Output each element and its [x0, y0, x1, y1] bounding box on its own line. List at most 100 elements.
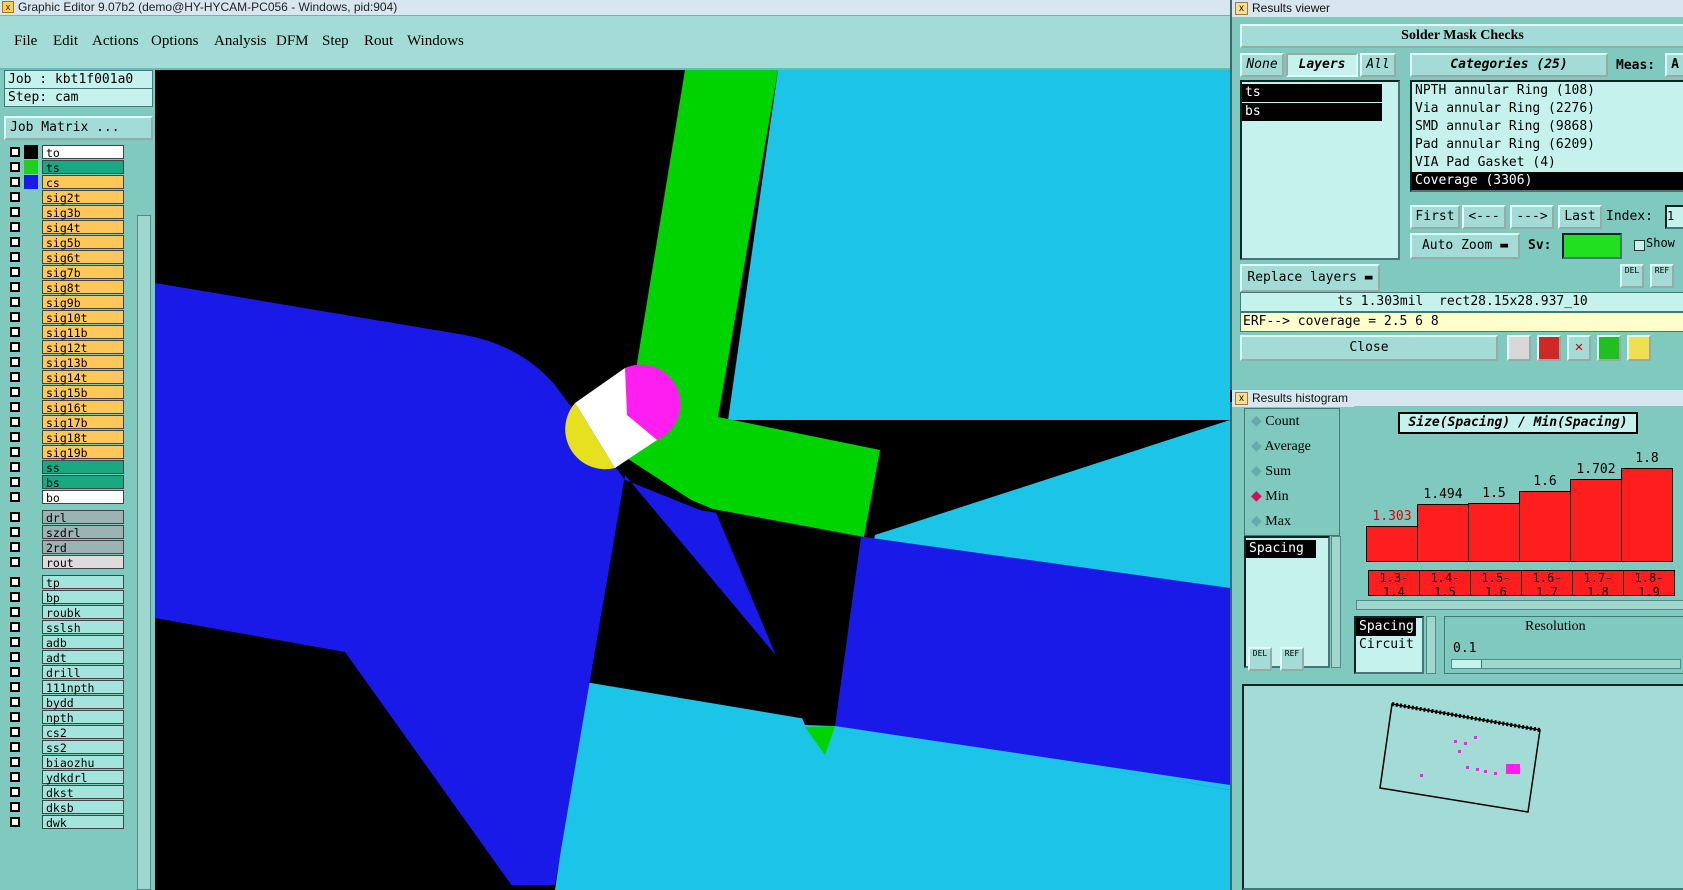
layer-name[interactable]: sig10t	[42, 310, 124, 325]
layer-checkbox[interactable]	[10, 417, 20, 427]
radio-icon[interactable]: ◆	[1251, 439, 1265, 454]
layer-row[interactable]: sig4t	[6, 220, 124, 235]
layer-checkbox[interactable]	[10, 787, 20, 797]
layer-row[interactable]: adt	[6, 650, 124, 665]
layer-row[interactable]: sig15b	[6, 385, 124, 400]
layer-checkbox[interactable]	[10, 222, 20, 232]
category-item[interactable]: Pad annular Ring (6209)	[1412, 136, 1683, 154]
layer-name[interactable]: roubk	[42, 605, 124, 620]
layer-name[interactable]: sig13b	[42, 355, 124, 370]
layer-checkbox[interactable]	[10, 387, 20, 397]
layer-name[interactable]: sig14t	[42, 370, 124, 385]
layer-color-swatch[interactable]	[24, 540, 38, 554]
layer-checkbox[interactable]	[10, 772, 20, 782]
layer-row[interactable]: 2rd	[6, 540, 124, 555]
list-item[interactable]: Spacing	[1246, 540, 1316, 558]
layer-name[interactable]: to	[42, 145, 124, 160]
layer-checkbox[interactable]	[10, 712, 20, 722]
layer-row[interactable]: sslsh	[6, 620, 124, 635]
layer-row[interactable]: npth	[6, 710, 124, 725]
close-icon[interactable]: x	[1235, 392, 1248, 405]
layer-color-swatch[interactable]	[24, 370, 38, 384]
layer-name[interactable]: cs	[42, 175, 124, 190]
menu-options[interactable]: Options	[151, 33, 199, 50]
histogram-bar[interactable]	[1417, 504, 1469, 562]
histogram-bar[interactable]	[1621, 468, 1673, 562]
menu-analysis[interactable]: Analysis	[214, 33, 267, 50]
layer-color-swatch[interactable]	[24, 400, 38, 414]
layer-name[interactable]: adt	[42, 650, 124, 665]
layer-name[interactable]: ss2	[42, 740, 124, 755]
category-item[interactable]: VIA Pad Gasket (4)	[1412, 154, 1683, 172]
layer-checkbox[interactable]	[10, 512, 20, 522]
layer-row[interactable]: sig5b	[6, 235, 124, 250]
show-checkbox[interactable]	[1634, 240, 1645, 251]
next-button[interactable]: --->	[1510, 205, 1554, 229]
layer-color-swatch[interactable]	[24, 355, 38, 369]
category-item[interactable]: NPTH annular Ring (108)	[1412, 82, 1683, 100]
layer-checkbox[interactable]	[10, 557, 20, 567]
layer-row[interactable]: ts	[6, 160, 124, 175]
layer-row[interactable]: drl	[6, 510, 124, 525]
layer-checkbox[interactable]	[10, 817, 20, 827]
layer-row[interactable]: dksb	[6, 800, 124, 815]
layer-color-swatch[interactable]	[24, 265, 38, 279]
layer-checkbox[interactable]	[10, 527, 20, 537]
layer-name[interactable]: sig6t	[42, 250, 124, 265]
layer-name[interactable]: sig11b	[42, 325, 124, 340]
layer-checkbox[interactable]	[10, 637, 20, 647]
report-icon[interactable]	[1507, 335, 1531, 361]
del-button[interactable]: DEL	[1248, 647, 1272, 671]
layer-checkbox[interactable]	[10, 207, 20, 217]
layer-row[interactable]: sig8t	[6, 280, 124, 295]
layer-color-swatch[interactable]	[24, 190, 38, 204]
layer-name[interactable]: 111npth	[42, 680, 124, 695]
graphics-canvas[interactable]	[155, 70, 1230, 890]
layer-checkbox[interactable]	[10, 327, 20, 337]
close-icon[interactable]: x	[1235, 2, 1248, 15]
layer-name[interactable]: dkst	[42, 785, 124, 800]
layer-row[interactable]: sig9b	[6, 295, 124, 310]
layer-color-swatch[interactable]	[24, 160, 38, 174]
layer-color-swatch[interactable]	[24, 445, 38, 459]
layer-color-swatch[interactable]	[24, 665, 38, 679]
layer-checkbox[interactable]	[10, 492, 20, 502]
layer-checkbox[interactable]	[10, 607, 20, 617]
layer-name[interactable]: drl	[42, 510, 124, 525]
layer-color-swatch[interactable]	[24, 295, 38, 309]
layer-name[interactable]: sig18t	[42, 430, 124, 445]
layer-row[interactable]: 111npth	[6, 680, 124, 695]
layer-name[interactable]: cs2	[42, 725, 124, 740]
ref-button[interactable]: REF	[1650, 264, 1674, 288]
layer-row[interactable]: adb	[6, 635, 124, 650]
layer-color-swatch[interactable]	[24, 680, 38, 694]
layer-color-swatch[interactable]	[24, 460, 38, 474]
layer-checkbox[interactable]	[10, 312, 20, 322]
layer-checkbox[interactable]	[10, 267, 20, 277]
layer-color-swatch[interactable]	[24, 635, 38, 649]
measure-list-scrollbar[interactable]	[1331, 536, 1341, 668]
layer-color-swatch[interactable]	[24, 340, 38, 354]
layer-checkbox[interactable]	[10, 542, 20, 552]
layer-row[interactable]: sig7b	[6, 265, 124, 280]
layer-checkbox[interactable]	[10, 682, 20, 692]
layer-name[interactable]: bs	[42, 475, 124, 490]
first-button[interactable]: First	[1410, 205, 1460, 229]
close-button[interactable]: Close	[1240, 335, 1498, 361]
menu-edit[interactable]: Edit	[53, 33, 78, 50]
layer-checkbox[interactable]	[10, 432, 20, 442]
radio-icon[interactable]: ◆	[1251, 489, 1265, 504]
layer-row[interactable]: bs	[6, 475, 124, 490]
layer-row[interactable]: cs2	[6, 725, 124, 740]
notes-icon[interactable]	[1627, 335, 1651, 361]
histogram-bar[interactable]	[1570, 479, 1622, 562]
radio-icon[interactable]: ◆	[1251, 514, 1265, 529]
layer-color-swatch[interactable]	[24, 475, 38, 489]
layer-checkbox[interactable]	[10, 757, 20, 767]
layer-row[interactable]: sig11b	[6, 325, 124, 340]
del-button[interactable]: DEL	[1620, 264, 1644, 288]
layer-color-swatch[interactable]	[24, 605, 38, 619]
layer-checkbox[interactable]	[10, 622, 20, 632]
radio-icon[interactable]: ◆	[1251, 464, 1265, 479]
layer-color-swatch[interactable]	[24, 175, 38, 189]
